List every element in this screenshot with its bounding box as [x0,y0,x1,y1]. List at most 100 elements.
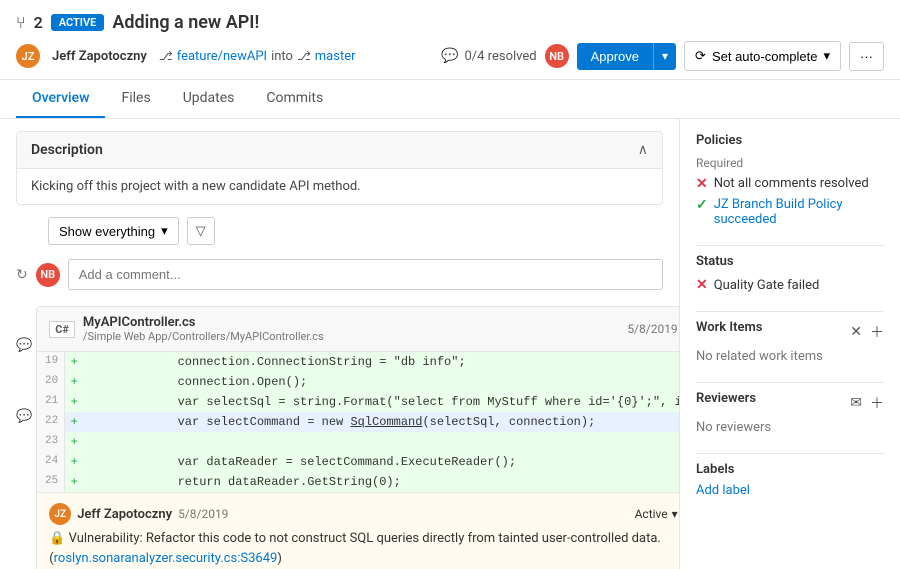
quality-gate-icon: ✕ [696,277,708,293]
diff-row-23: 23 + [37,432,680,452]
code-diff: 19 + connection.ConnectionString = "db i… [37,352,680,492]
add-label-link[interactable]: Add label [696,483,750,498]
labels-title: Labels [696,462,884,477]
reviewers-section: Reviewers ✉ ＋ No reviewers [696,391,884,435]
comment-thread: JZ Jeff Zapotoczny 5/8/2019 Active ▾ 🔒 V… [37,492,680,569]
policy-row-pass: ✓ JZ Branch Build Policy succeeded [696,197,884,227]
policy-pass-link[interactable]: JZ Branch Build Policy succeeded [714,197,884,227]
status-row: ✕ Quality Gate failed [696,277,884,293]
line-num-22: 22 [37,412,65,432]
add-comment-input[interactable] [68,259,663,290]
code-24: var dataReader = selectCommand.ExecuteRe… [83,452,680,472]
file-info: MyAPIController.cs /Simple Web App/Contr… [83,315,324,343]
file-date: 5/8/2019 [627,322,677,336]
approve-dropdown-button[interactable]: ▾ [654,43,676,70]
reviewers-title: Reviewers [696,391,756,406]
collapse-icon[interactable]: ∧ [638,142,648,158]
lock-icon: 🔒 [49,531,65,546]
sign-20: + [65,372,83,392]
more-options-button[interactable]: ··· [849,42,884,71]
reviewers-header: Reviewers ✉ ＋ [696,391,884,414]
diff-row-21: 21 + var selectSql = string.Format("sele… [37,392,680,412]
status-section: Status ✕ Quality Gate failed [696,254,884,293]
target-branch-link[interactable]: master [315,49,356,64]
sign-19: + [65,352,83,372]
work-items-close-button[interactable]: ✕ [850,322,862,342]
file-header: C# MyAPIController.cs /Simple Web App/Co… [37,307,680,352]
git-branch-icon: ⎇ [159,49,173,63]
line-num-20: 20 [37,372,65,392]
filter-icon-button[interactable]: ▽ [187,217,215,245]
comment-header: JZ Jeff Zapotoczny 5/8/2019 Active ▾ [49,503,678,525]
comment-body: 🔒 Vulnerability: Refactor this code to n… [49,529,678,568]
pr-icon: ⑂ [16,13,26,32]
source-branch-link[interactable]: feature/newAPI [177,49,267,64]
code-19: connection.ConnectionString = "db info"; [83,352,680,372]
line-num-25: 25 [37,472,65,492]
line-num-21: 21 [37,392,65,412]
dropdown-chevron: ▾ [161,223,168,239]
tab-updates[interactable]: Updates [167,80,251,118]
current-user-avatar: NB [36,263,60,287]
commenter-avatar: JZ [49,503,71,525]
line-num-24: 24 [37,452,65,472]
pr-number: 2 [34,13,43,32]
divider-4 [696,453,884,454]
sign-21: + [65,392,83,412]
file-lang: C# [49,321,75,338]
policy-row-fail: ✕ Not all comments resolved [696,176,884,192]
divider-2 [696,311,884,312]
work-items-section: Work Items ✕ ＋ No related work items [696,320,884,364]
reviewers-email-button[interactable]: ✉ [850,393,862,413]
tab-overview[interactable]: Overview [16,80,105,118]
sign-22: + [65,412,83,432]
policy-fail-icon: ✕ [696,176,708,192]
autocomplete-button[interactable]: ⟳ Set auto-complete ▾ [684,41,841,71]
divider-3 [696,382,884,383]
no-reviewers-text: No reviewers [696,420,884,435]
tab-commits[interactable]: Commits [250,80,339,118]
description-title: Description [31,142,103,158]
author-avatar: JZ [16,44,40,68]
work-items-title: Work Items [696,320,762,335]
nav-tabs: Overview Files Updates Commits [0,80,900,119]
approve-button[interactable]: Approve [577,43,654,70]
approve-btn-group: Approve ▾ [577,43,676,70]
autocomplete-icon: ⟳ [695,48,706,64]
file-name: MyAPIController.cs [83,315,324,330]
comment-input-row: ↻ NB [16,255,663,294]
diff-row-22: 22 + var selectCommand = new SqlCommand(… [37,412,680,432]
right-panel: Policies Required ✕ Not all comments res… [680,119,900,569]
no-work-items-text: No related work items [696,349,884,364]
comment-icon-2: 💬 [16,409,32,424]
autocomplete-chevron: ▾ [823,48,830,64]
nb-avatar: NB [545,44,569,68]
code-25: return dataReader.GetString(0); [83,472,680,492]
filter-row: Show everything ▾ ▽ [16,217,663,245]
code-21: var selectSql = string.Format("select fr… [83,392,680,412]
show-everything-label: Show everything [59,224,155,239]
file-block-wrapper: 💬 💬 C# MyAPIController.cs /Simple Web Ap… [16,306,663,569]
labels-section: Labels Add label [696,462,884,498]
policies-section: Policies Required ✕ Not all comments res… [696,133,884,227]
comment-status: Active ▾ [635,507,678,521]
show-everything-dropdown[interactable]: Show everything ▾ [48,217,179,245]
description-body: Kicking off this project with a new cand… [17,169,662,204]
reviewers-add-button[interactable]: ＋ [870,393,884,413]
comments-resolved: 💬 0/4 resolved [441,48,537,64]
comment-author: Jeff Zapotoczny [77,507,172,522]
vulnerability-link[interactable]: roslyn.sonaranalyzer.security.cs:S3649 [54,551,278,566]
resolved-count: 0/4 resolved [464,49,536,64]
tab-files[interactable]: Files [105,80,166,118]
chat-icon: 💬 [441,48,458,64]
reviewers-actions: ✉ ＋ [850,393,884,413]
work-items-actions: ✕ ＋ [850,322,884,342]
status-label: Active [635,507,668,521]
line-indicators: 💬 💬 [16,306,32,569]
required-subtitle: Required [696,156,884,170]
top-header: ⑂ 2 ACTIVE Adding a new API! JZ Jeff Zap… [0,0,900,80]
code-20: connection.Open(); [83,372,680,392]
git-branch-icon-2: ⎇ [297,49,311,63]
work-items-add-button[interactable]: ＋ [870,322,884,342]
work-items-header: Work Items ✕ ＋ [696,320,884,343]
